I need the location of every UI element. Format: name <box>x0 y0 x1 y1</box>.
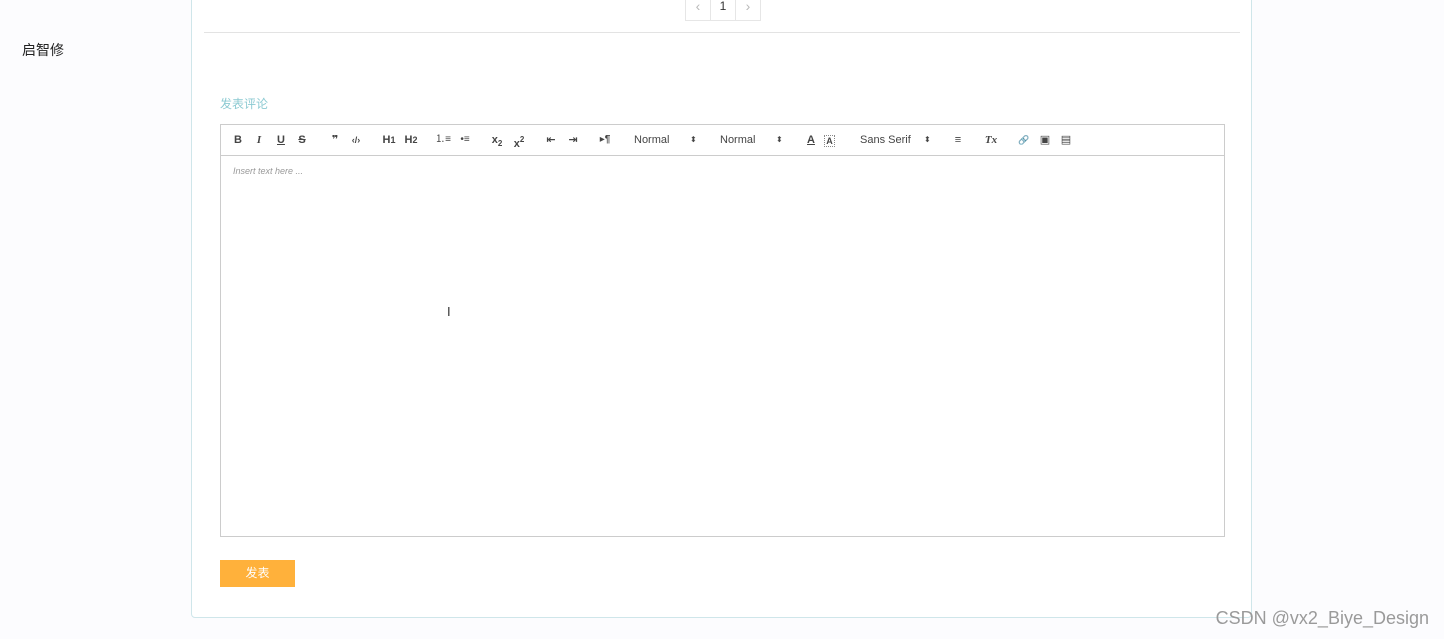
header-1-number: 1 <box>390 135 396 145</box>
size-select-value: Normal <box>634 134 670 146</box>
image-icon[interactable]: ▣ <box>1037 132 1053 148</box>
font-select-value: Sans Serif <box>860 134 911 146</box>
editor-placeholder: Insert text here ... <box>233 166 304 176</box>
comment-section-title: 发表评论 <box>220 97 269 111</box>
superscript-button[interactable]: x2 <box>511 132 527 150</box>
header-1-button[interactable]: H1 <box>381 132 397 148</box>
watermark: CSDN @vx2_Biye_Design <box>1215 608 1429 628</box>
ordered-list-button[interactable]: ⒈≡ <box>435 132 451 148</box>
text-cursor-icon: I <box>447 304 451 319</box>
superscript-mark: 2 <box>519 135 525 144</box>
size-select-arrow-icon: ⬍ <box>690 135 697 144</box>
size-select[interactable]: Normal ⬍ <box>634 132 704 148</box>
background-color-button[interactable]: A <box>824 135 835 147</box>
code-button[interactable]: ‹/› <box>348 132 364 148</box>
underline-button[interactable]: U <box>273 132 289 148</box>
align-button[interactable]: ≡ <box>950 132 966 148</box>
font-select[interactable]: Sans Serif ⬍ <box>860 132 940 148</box>
clean-format-button[interactable]: Tx <box>983 132 999 148</box>
strike-button[interactable]: S <box>294 132 310 148</box>
blockquote-button[interactable]: ❞ <box>327 132 343 148</box>
outdent-button[interactable]: ⇤ <box>543 132 559 148</box>
rich-text-editor: B I U S ❞ ‹/› H1 H2 ⒈≡ •≡ x2 x2 ⇤ ⇥ ▸¶ N… <box>220 124 1225 537</box>
editor-content-area[interactable]: Insert text here ... I <box>221 156 1224 536</box>
sidebar-label: 启智修 <box>22 42 64 58</box>
video-icon[interactable]: ▤ <box>1058 132 1074 148</box>
indent-button[interactable]: ⇥ <box>565 132 581 148</box>
link-icon[interactable]: 🔗 <box>1016 132 1032 148</box>
pagination-prev-button[interactable]: ‹ <box>685 0 711 21</box>
header-2-number: 2 <box>412 135 418 145</box>
text-color-button[interactable]: A <box>803 132 819 148</box>
text-direction-button[interactable]: ▸¶ <box>597 132 613 148</box>
header-select-value: Normal <box>720 134 756 146</box>
submit-comment-button[interactable]: 发表 <box>220 560 295 587</box>
header-select[interactable]: Normal ⬍ <box>720 132 790 148</box>
divider <box>204 32 1240 33</box>
header-select-arrow-icon: ⬍ <box>776 135 783 144</box>
subscript-button[interactable]: x2 <box>489 132 505 148</box>
pagination: ‹ 1 › <box>685 0 761 21</box>
pagination-next-button[interactable]: › <box>735 0 761 21</box>
pagination-page-1[interactable]: 1 <box>710 0 736 21</box>
italic-button[interactable]: I <box>251 132 267 148</box>
bold-button[interactable]: B <box>230 132 246 148</box>
editor-toolbar: B I U S ❞ ‹/› H1 H2 ⒈≡ •≡ x2 x2 ⇤ ⇥ ▸¶ N… <box>221 125 1224 156</box>
header-2-button[interactable]: H2 <box>403 132 419 148</box>
font-select-arrow-icon: ⬍ <box>924 135 931 144</box>
comment-card: ‹ 1 › 发表评论 B I U S ❞ ‹/› H1 H2 ⒈≡ •≡ x2 … <box>191 0 1252 618</box>
bullet-list-button[interactable]: •≡ <box>457 132 473 148</box>
subscript-mark: 2 <box>497 139 503 148</box>
